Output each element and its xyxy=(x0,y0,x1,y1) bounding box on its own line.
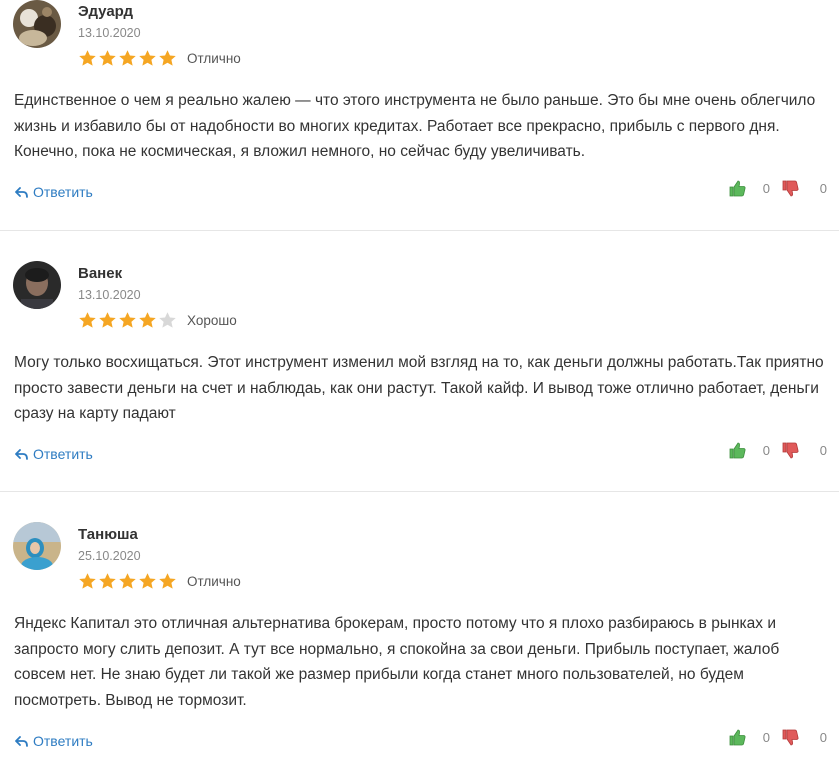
star-rating xyxy=(78,572,177,591)
vote-controls: 0 0 xyxy=(729,442,827,459)
like-count: 0 xyxy=(762,443,770,458)
reply-arrow-icon xyxy=(15,735,28,747)
star-icon xyxy=(119,49,136,66)
star-icon xyxy=(159,49,176,66)
avatar[interactable] xyxy=(13,261,61,309)
like-count: 0 xyxy=(762,730,770,745)
star-icon xyxy=(119,311,136,328)
thumbs-down-icon xyxy=(782,180,799,197)
reply-button[interactable]: Ответить xyxy=(15,184,93,200)
dislike-button[interactable] xyxy=(782,180,799,197)
reply-label: Ответить xyxy=(33,733,93,749)
rating-label: Хорошо xyxy=(187,312,237,328)
star-icon xyxy=(139,49,156,66)
reply-label: Ответить xyxy=(33,446,93,462)
avatar[interactable] xyxy=(13,522,61,570)
like-count: 0 xyxy=(762,181,770,196)
rating-label: Отлично xyxy=(187,573,241,589)
star-icon xyxy=(159,311,176,328)
review-text: Яндекс Капитал это отличная альтернатива… xyxy=(14,615,780,709)
review-card: Танюша 25.10.2020 Отлично Яндекс Капитал… xyxy=(0,491,839,761)
dislike-button[interactable] xyxy=(782,442,799,459)
review-date: 25.10.2020 xyxy=(78,549,141,563)
avatar[interactable] xyxy=(13,0,61,48)
thumbs-up-icon xyxy=(729,729,746,746)
dislike-count: 0 xyxy=(819,443,827,458)
thumbs-up-icon xyxy=(729,180,746,197)
star-icon xyxy=(79,311,96,328)
dislike-count: 0 xyxy=(819,181,827,196)
reply-arrow-icon xyxy=(15,186,28,198)
review-author[interactable]: Ванек xyxy=(78,265,122,282)
review-text: Единственное о чем я реально жалею — что… xyxy=(14,92,816,160)
review-date: 13.10.2020 xyxy=(78,26,141,40)
star-icon xyxy=(159,572,176,589)
review-card: Эдуард 13.10.2020 Отлично Единственное о… xyxy=(0,0,839,230)
dislike-count: 0 xyxy=(819,730,827,745)
review-card: Ванек 13.10.2020 Хорошо Могу только восх… xyxy=(0,230,839,491)
thumbs-down-icon xyxy=(782,729,799,746)
star-icon xyxy=(79,49,96,66)
star-icon xyxy=(99,572,116,589)
thumbs-down-icon xyxy=(782,442,799,459)
like-button[interactable] xyxy=(729,442,746,459)
reply-button[interactable]: Ответить xyxy=(15,733,93,749)
star-icon xyxy=(119,572,136,589)
reply-arrow-icon xyxy=(15,448,28,460)
star-icon xyxy=(79,572,96,589)
dislike-button[interactable] xyxy=(782,729,799,746)
review-rating: Отлично xyxy=(78,48,241,68)
star-icon xyxy=(99,311,116,328)
like-button[interactable] xyxy=(729,729,746,746)
star-rating xyxy=(78,311,177,330)
review-text: Могу только восхищаться. Этот инструмент… xyxy=(14,354,824,422)
vote-controls: 0 0 xyxy=(729,729,827,746)
like-button[interactable] xyxy=(729,180,746,197)
review-author[interactable]: Эдуард xyxy=(78,3,133,20)
review-date: 13.10.2020 xyxy=(78,288,141,302)
star-icon xyxy=(139,572,156,589)
star-rating xyxy=(78,49,177,68)
review-rating: Хорошо xyxy=(78,310,237,330)
reply-label: Ответить xyxy=(33,184,93,200)
vote-controls: 0 0 xyxy=(729,180,827,197)
rating-label: Отлично xyxy=(187,50,241,66)
review-rating: Отлично xyxy=(78,571,241,591)
star-icon xyxy=(139,311,156,328)
star-icon xyxy=(99,49,116,66)
thumbs-up-icon xyxy=(729,442,746,459)
review-author[interactable]: Танюша xyxy=(78,526,138,543)
reply-button[interactable]: Ответить xyxy=(15,446,93,462)
